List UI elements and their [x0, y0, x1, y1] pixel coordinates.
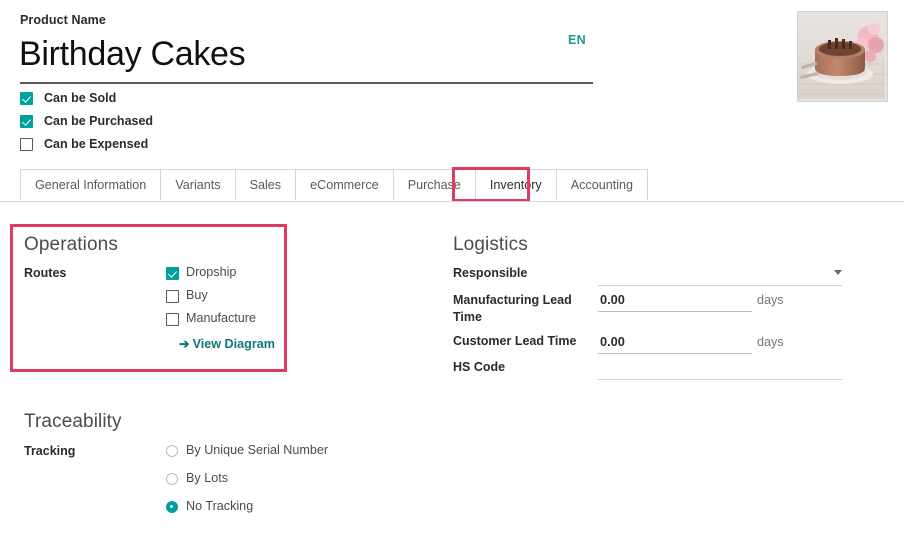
manufacturing-lead-time-underline: [598, 311, 752, 312]
tab-sales[interactable]: Sales: [235, 170, 297, 200]
hs-code-input[interactable]: [598, 379, 842, 380]
product-image[interactable]: [797, 11, 888, 102]
customer-lead-time-underline: [598, 353, 752, 354]
customer-lead-time-label: Customer Lead Time: [453, 334, 577, 348]
hs-code-label: HS Code: [453, 360, 506, 374]
route-label-manufacture: Manufacture: [186, 311, 257, 325]
responsible-input[interactable]: [598, 285, 842, 286]
birthday-cake-photo: [798, 12, 885, 99]
checkbox-can-be-sold[interactable]: [20, 92, 33, 105]
view-diagram-link[interactable]: ➔ View Diagram: [179, 336, 275, 351]
tab-inventory[interactable]: Inventory: [475, 170, 557, 200]
tracking-label: Tracking: [24, 444, 76, 458]
arrow-right-icon: ➔: [179, 337, 190, 351]
language-badge[interactable]: EN: [568, 33, 586, 47]
chevron-down-icon[interactable]: [834, 270, 842, 275]
manufacturing-lead-time-unit: days: [757, 293, 784, 307]
flag-label-can-be-sold: Can be Sold: [44, 91, 117, 105]
flag-label-can-be-purchased: Can be Purchased: [44, 114, 154, 128]
radio-no-tracking[interactable]: [166, 501, 178, 513]
customer-lead-time-unit: days: [757, 335, 784, 349]
manufacturing-lead-time-label: Manufacturing Lead Time: [453, 293, 572, 324]
route-label-buy: Buy: [186, 288, 208, 302]
product-name-label: Product Name: [20, 13, 106, 27]
tab-separator: [0, 201, 904, 202]
routes-label: Routes: [24, 266, 67, 280]
view-diagram-label: View Diagram: [192, 337, 275, 351]
checkbox-can-be-expensed[interactable]: [20, 138, 33, 151]
operations-heading: Operations: [24, 234, 118, 255]
tracking-label-serial: By Unique Serial Number: [186, 443, 329, 457]
traceability-heading: Traceability: [24, 411, 122, 432]
checkbox-can-be-purchased[interactable]: [20, 115, 33, 128]
route-label-dropship: Dropship: [186, 265, 237, 279]
notebook-tabs[interactable]: General Information Variants Sales eComm…: [20, 169, 649, 200]
radio-by-unique-serial-number[interactable]: [166, 445, 178, 457]
tab-ecommerce[interactable]: eCommerce: [296, 170, 394, 200]
tab-accounting[interactable]: Accounting: [556, 170, 648, 200]
radio-by-lots[interactable]: [166, 473, 178, 485]
logistics-heading: Logistics: [453, 234, 528, 255]
product-header: Product Name Birthday Cakes EN Can be So…: [0, 0, 904, 165]
checkbox-buy[interactable]: [166, 290, 179, 303]
checkbox-manufacture[interactable]: [166, 313, 179, 326]
tab-purchase[interactable]: Purchase: [393, 170, 476, 200]
product-name-input[interactable]: Birthday Cakes: [19, 32, 246, 76]
tab-variants[interactable]: Variants: [161, 170, 236, 200]
checkbox-dropship[interactable]: [166, 267, 179, 280]
product-name-underline: [20, 82, 593, 84]
manufacturing-lead-time-input[interactable]: 0.00: [600, 292, 625, 307]
tracking-label-none: No Tracking: [186, 499, 254, 513]
responsible-label: Responsible: [453, 266, 528, 280]
customer-lead-time-input[interactable]: 0.00: [600, 334, 625, 349]
tracking-label-lots: By Lots: [186, 471, 228, 485]
flag-label-can-be-expensed: Can be Expensed: [44, 137, 149, 151]
tab-general-information[interactable]: General Information: [21, 170, 162, 200]
